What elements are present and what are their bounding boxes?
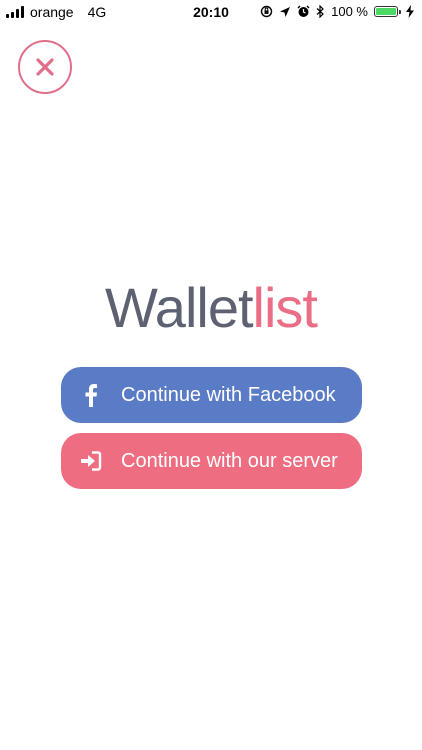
logo-text-wallet: Wallet [105,276,254,339]
battery-icon [374,6,401,17]
facebook-icon [63,383,119,407]
sign-in-icon [63,451,119,471]
continue-with-server-button[interactable]: Continue with our server [61,433,362,489]
charging-icon [406,5,414,18]
location-icon [280,6,291,17]
battery-percent: 100 % [331,4,368,19]
close-button[interactable] [18,40,72,94]
close-icon [36,58,54,76]
app-logo: Walletlist [0,276,422,340]
bluetooth-icon [316,5,324,18]
orientation-lock-icon [260,5,273,18]
status-right: 100 % [260,4,414,19]
status-bar: orange 4G 20:10 100 % [0,0,422,24]
logo-text-list: list [252,276,318,339]
continue-with-facebook-button[interactable]: Continue with Facebook [61,367,362,423]
alarm-icon [297,5,310,17]
server-button-label: Continue with our server [121,449,338,472]
facebook-button-label: Continue with Facebook [121,383,336,406]
